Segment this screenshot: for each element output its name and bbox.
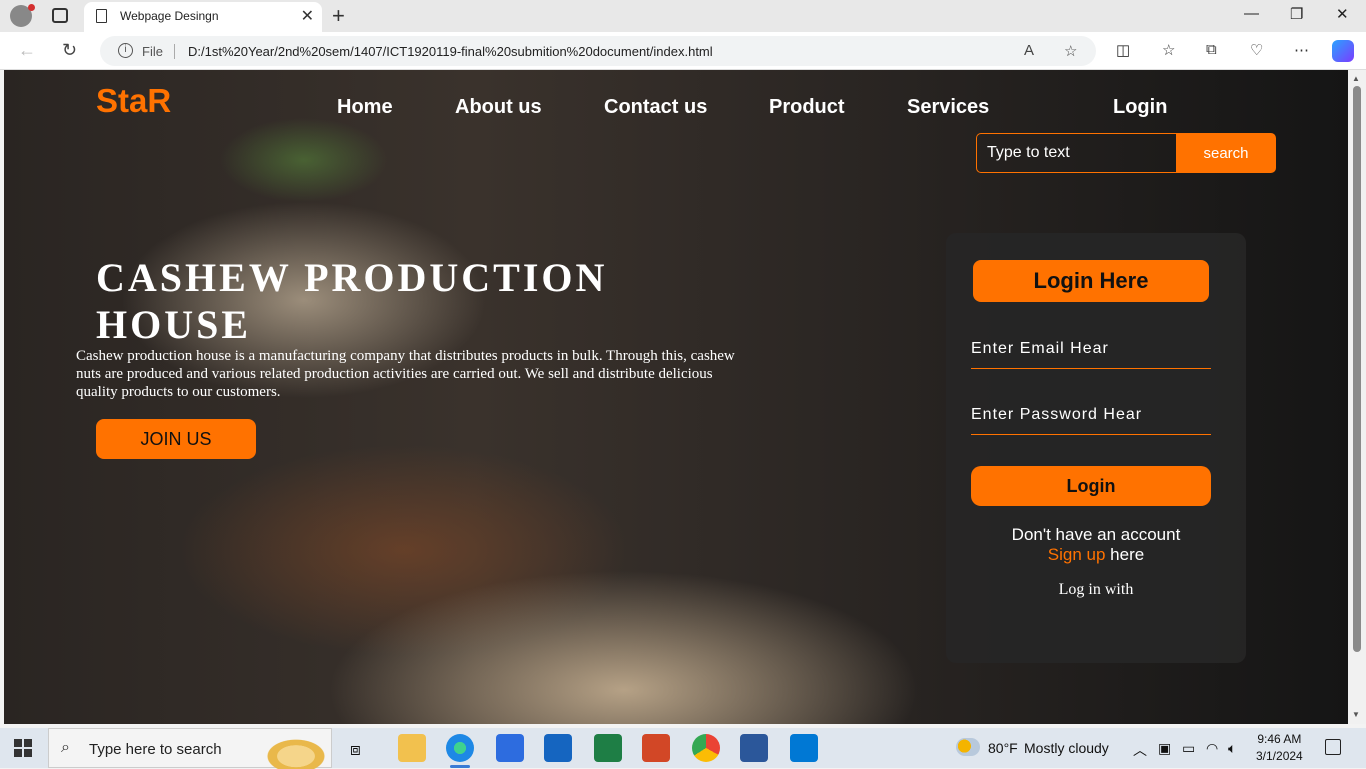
battery-icon[interactable]: ▭	[1182, 740, 1195, 757]
meet-now-icon[interactable]: ▣	[1158, 740, 1171, 757]
file-explorer-icon[interactable]	[398, 734, 426, 762]
weather-desc[interactable]: Mostly cloudy	[1024, 740, 1109, 756]
scroll-down-icon[interactable]: ▼	[1352, 710, 1360, 719]
site-logo[interactable]: StaR	[96, 82, 171, 120]
mail-icon[interactable]	[544, 734, 572, 762]
vscode-icon[interactable]	[790, 734, 818, 762]
weather-temp[interactable]: 80°F	[988, 740, 1018, 756]
browser-essentials-icon[interactable]: ♡	[1250, 41, 1263, 59]
signup-suffix: here	[1105, 545, 1145, 564]
word-icon[interactable]	[740, 734, 768, 762]
nav-login[interactable]: Login	[1113, 96, 1167, 119]
system-clock[interactable]: 9:46 AM 3/1/2024	[1256, 731, 1303, 765]
close-tab-icon[interactable]: ✕	[301, 6, 314, 26]
volume-icon[interactable]: 🔈︎	[1228, 740, 1236, 757]
web-page: StaR Home About us Contact us Product Se…	[4, 70, 1348, 724]
collections-icon[interactable]: ⧉	[1206, 41, 1217, 58]
search-highlight-icon	[263, 737, 329, 769]
clock-time: 9:46 AM	[1257, 732, 1302, 746]
no-account-text: Don't have an account	[1011, 525, 1181, 544]
weather-cloud-icon[interactable]	[956, 738, 980, 756]
close-window-icon[interactable]: ✕	[1336, 5, 1349, 23]
profile-avatar-icon[interactable]	[10, 4, 35, 27]
minimize-icon[interactable]: —	[1244, 5, 1259, 22]
taskbar-search[interactable]: ⌕ Type here to search	[48, 728, 332, 769]
file-label: File	[142, 44, 163, 59]
info-icon[interactable]: i	[118, 43, 133, 58]
back-icon[interactable]: ←	[18, 40, 36, 61]
clock-date: 3/1/2024	[1256, 749, 1303, 763]
password-field[interactable]	[971, 395, 1211, 435]
windows-start-icon[interactable]	[14, 739, 32, 757]
wifi-icon[interactable]: ◠	[1206, 740, 1218, 757]
email-field[interactable]	[971, 329, 1211, 369]
nav-about[interactable]: About us	[455, 96, 542, 119]
windows-taskbar: ⌕ Type here to search ⧈ 80°F Mostly clou…	[0, 728, 1366, 769]
signup-link[interactable]: Sign up	[1048, 545, 1106, 564]
login-heading: Login Here	[973, 260, 1209, 302]
nav-product[interactable]: Product	[769, 96, 845, 119]
notifications-icon[interactable]	[1325, 739, 1341, 755]
restore-icon[interactable]: ❐	[1290, 5, 1303, 23]
address-bar[interactable]: i File D:/1st%20Year/2nd%20sem/1407/ICT1…	[100, 36, 1096, 66]
login-with-text: Log in with	[1058, 581, 1134, 598]
favorite-star-icon[interactable]: ☆	[1064, 42, 1077, 60]
document-icon	[96, 9, 107, 23]
hero-title: CASHEW PRODUCTION HOUSE	[96, 255, 608, 347]
scrollbar-thumb[interactable]	[1353, 86, 1361, 652]
nav-home[interactable]: Home	[337, 96, 393, 119]
search-icon: ⌕	[61, 739, 70, 756]
task-view-icon[interactable]: ⧈	[350, 740, 361, 760]
browser-tab-bar: Webpage Desingn ✕ + — ❐ ✕	[0, 0, 1366, 32]
chrome-icon[interactable]	[692, 734, 720, 762]
tab-title: Webpage Desingn	[120, 9, 219, 23]
edge-browser-icon[interactable]	[446, 734, 474, 768]
page-scrollbar[interactable]: ▲ ▼	[1348, 70, 1366, 724]
hero-description: Cashew production house is a manufacturi…	[76, 348, 735, 400]
join-us-button[interactable]: JOIN US	[96, 419, 256, 459]
url-text[interactable]: D:/1st%20Year/2nd%20sem/1407/ICT1920119-…	[188, 44, 713, 59]
scroll-up-icon[interactable]: ▲	[1352, 74, 1360, 83]
divider	[174, 44, 175, 59]
read-aloud-icon[interactable]: A	[1024, 42, 1034, 59]
new-tab-icon[interactable]: +	[332, 3, 345, 29]
browser-tab[interactable]: Webpage Desingn ✕	[84, 2, 322, 32]
login-form: Login Here Login Don't have an account S…	[946, 233, 1246, 663]
signup-prompt: Don't have an account Sign up here	[946, 525, 1246, 565]
nav-services[interactable]: Services	[907, 96, 989, 119]
store-icon[interactable]	[496, 734, 524, 762]
login-button[interactable]: Login	[971, 466, 1211, 506]
browser-toolbar: ← ↻ i File D:/1st%20Year/2nd%20sem/1407/…	[0, 32, 1366, 70]
split-screen-icon[interactable]: ◫	[1116, 41, 1130, 59]
taskbar-search-text: Type here to search	[89, 741, 222, 758]
tab-actions-icon[interactable]	[52, 8, 68, 23]
nav-contact[interactable]: Contact us	[604, 96, 707, 119]
copilot-icon[interactable]	[1332, 40, 1354, 62]
refresh-icon[interactable]: ↻	[62, 40, 77, 61]
powerpoint-icon[interactable]	[642, 734, 670, 762]
chevron-up-icon[interactable]: ︿	[1133, 740, 1147, 760]
favorites-icon[interactable]: ☆	[1162, 41, 1175, 59]
excel-icon[interactable]	[594, 734, 622, 762]
more-menu-icon[interactable]: ⋯	[1294, 41, 1309, 59]
search-input[interactable]	[976, 133, 1178, 173]
search-button[interactable]: search	[1176, 133, 1276, 173]
